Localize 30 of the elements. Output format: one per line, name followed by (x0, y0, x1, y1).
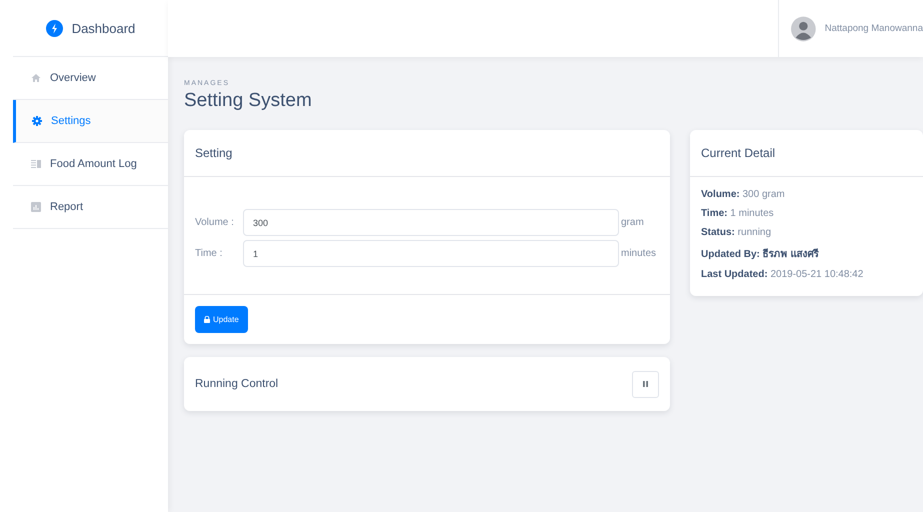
settings-icon (32, 116, 42, 126)
avatar-icon[interactable] (791, 16, 816, 42)
sidebar-item[interactable]: Report (13, 186, 168, 229)
sidebar-item[interactable]: Overview (13, 57, 168, 100)
detail-line: Volume: 300 gram (701, 189, 786, 200)
unit-label: minutes (621, 248, 656, 259)
lock-icon (204, 316, 210, 323)
pause-icon (643, 381, 648, 387)
input-field[interactable]: 300 (243, 209, 619, 236)
sidebar-item[interactable]: Settings (13, 100, 168, 143)
detail-line: Status: running (701, 227, 772, 238)
card-title: Running Control (195, 378, 278, 390)
home-icon (31, 73, 41, 83)
update-button[interactable]: Update (195, 306, 248, 333)
pause-button[interactable] (632, 370, 659, 398)
input-field[interactable]: 1 (243, 240, 619, 267)
chart-icon (31, 202, 41, 212)
page-title: Setting System (184, 90, 313, 112)
unit-label: gram (621, 217, 644, 228)
field-label: Time : (195, 248, 224, 259)
detail-line: Last Updated: 2019-05-21 10:48:42 (701, 269, 864, 280)
field-label: Volume : (195, 217, 235, 228)
detail-line: Updated By: ธีรภพ แสงศรี (701, 247, 820, 261)
brand-name: Dashboard (72, 20, 136, 36)
detail-line: Time: 1 minutes (701, 208, 775, 219)
list-icon (31, 160, 41, 168)
sidebar-item[interactable]: Food Amount Log (13, 143, 168, 186)
logo-icon (46, 20, 63, 36)
card-title: Current Detail (701, 146, 776, 160)
card-title: Setting (195, 146, 232, 160)
